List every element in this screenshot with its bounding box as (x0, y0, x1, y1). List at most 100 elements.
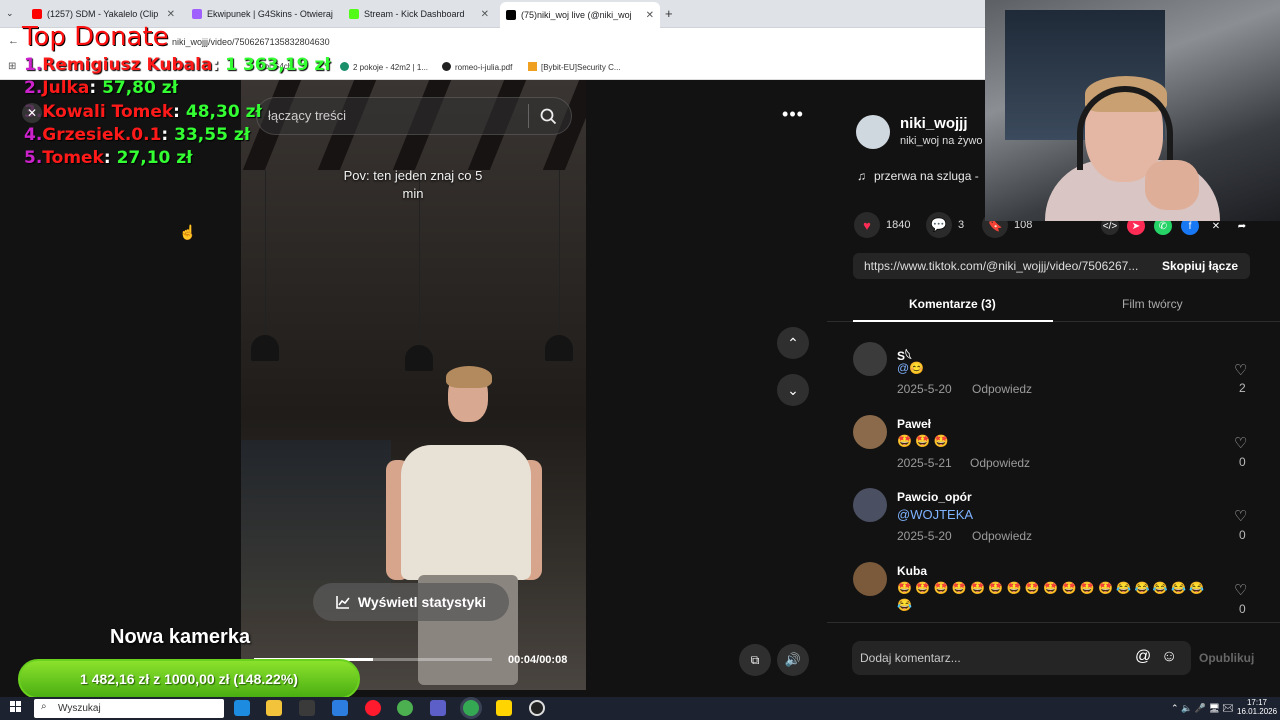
comment-author[interactable]: Paweł (897, 417, 931, 431)
bookmark-icon (528, 62, 537, 71)
webcam-feed (985, 0, 1280, 221)
donor-row: 5.Tomek: 27,10 zł (24, 148, 193, 168)
more-options-icon[interactable]: ••• (777, 98, 809, 130)
obs-icon[interactable] (529, 700, 545, 716)
reply-button[interactable]: Odpowiedz (970, 456, 1030, 470)
comment-likes: 0 (1239, 455, 1246, 469)
search-input[interactable]: łączący treści (268, 108, 346, 123)
windows-start-icon[interactable] (10, 701, 22, 713)
back-arrow-icon[interactable]: ← (8, 35, 19, 47)
miniplayer-icon: ⧉ (750, 652, 760, 667)
bookmark-4[interactable]: [Bybit-EU]Security C... (528, 62, 621, 72)
donor-row: 1.Remigiusz Kubala: 1 363,19 zł (24, 55, 331, 75)
comment-placeholder[interactable]: Dodaj komentarz... (860, 651, 961, 665)
donor-row: 3.Kowali Tomek: 48,30 zł (24, 102, 262, 122)
lamp-wire (265, 170, 266, 340)
youtube-icon (32, 9, 42, 19)
close-icon[interactable]: ✕ (646, 10, 654, 21)
comment-heart-icon[interactable]: ♡ (1234, 434, 1247, 452)
edge-icon[interactable] (234, 700, 250, 716)
comment-avatar[interactable] (853, 562, 887, 596)
comment-text[interactable]: @WOJTEKA (897, 507, 973, 522)
tab-label: Ekwipunek | G4Skins - Otwieraj (207, 9, 333, 19)
comment-avatar[interactable] (853, 488, 887, 522)
bookmark-2[interactable]: 2 pokoje - 42m2 | 1... (340, 62, 428, 72)
creator-avatar[interactable] (856, 115, 890, 149)
reply-button[interactable]: Odpowiedz (972, 382, 1032, 396)
reply-button[interactable]: Odpowiedz (972, 529, 1032, 543)
mail-icon[interactable] (332, 700, 348, 716)
comment-date: 2025-5-20 (897, 382, 952, 396)
next-video-button[interactable]: ⌄ (777, 374, 809, 406)
close-icon[interactable]: ✕ (481, 9, 489, 20)
comment-likes: 0 (1239, 528, 1246, 542)
miniplayer-button[interactable]: ⧉ (739, 644, 771, 676)
video-link[interactable]: https://www.tiktok.com/@niki_wojjj/video… (864, 259, 1138, 273)
browser-tab-4-active[interactable]: (75)niki_woj live (@niki_woj ✕ (500, 2, 660, 28)
pendant-lamp (405, 345, 433, 371)
g4skins-icon (192, 9, 202, 19)
copy-link-button[interactable]: Skopiuj łącze (1162, 259, 1238, 273)
comment-avatar[interactable] (853, 415, 887, 449)
donor-row: 2.Julka: 57,80 zł (24, 78, 178, 98)
screen: ⌄ (1257) SDM - Yakalelo (Clip ✕ Ekwipune… (0, 0, 1280, 720)
donation-goal-bar: 1 482,16 zł z 1000,00 zł (148.22%) (18, 659, 360, 699)
chevron-down-icon: ⌄ (787, 381, 799, 398)
opera-icon[interactable] (365, 700, 381, 716)
clock[interactable]: 17:17 16.01.2026 (1237, 698, 1277, 716)
video-time: 00:04/00:08 (508, 654, 568, 666)
previous-video-button[interactable]: ⌃ (777, 327, 809, 359)
comment-heart-icon[interactable]: ♡ (1234, 507, 1247, 525)
chevron-up-icon: ⌃ (787, 334, 799, 351)
volume-button[interactable]: 🔊 (777, 644, 809, 676)
mention-icon[interactable]: @ (1135, 648, 1151, 666)
browser-tab-2[interactable]: Ekwipunek | G4Skins - Otwieraj ✕ (186, 4, 338, 24)
tab-comments[interactable]: Komentarze (3) (909, 297, 996, 311)
file-explorer-icon[interactable] (266, 700, 282, 716)
hair (446, 366, 492, 388)
comment-avatar[interactable] (853, 342, 887, 376)
app-icon[interactable] (496, 700, 512, 716)
app-icon[interactable] (430, 700, 446, 716)
bookmark-3[interactable]: romeo-i-julia.pdf (442, 62, 512, 72)
comment-text: 🤩 🤩 🤩 🤩 🤩 🤩 🤩 🤩 🤩 🤩 🤩 🤩 😂 😂 😂 😂 😂 😂 (897, 581, 1205, 612)
tray-icons[interactable]: ⌃ 🔈 🎤 🖥 ✉ (1171, 703, 1234, 714)
creator-username[interactable]: niki_wojjj (900, 115, 968, 132)
active-tab-indicator (853, 320, 1053, 322)
url-field[interactable]: niki_wojjj/video/7506267135832804630 (60, 33, 960, 51)
lamp-wire (559, 170, 560, 340)
emoji-icon[interactable]: ☺ (1161, 648, 1177, 666)
comment-bubble-icon[interactable]: 💬 (926, 212, 952, 238)
comment-heart-icon[interactable]: ♡ (1234, 581, 1247, 599)
mouse-cursor: ☝ (179, 224, 197, 240)
tab-list-chevron-icon[interactable]: ⌄ (6, 8, 14, 19)
search-icon[interactable] (540, 108, 557, 125)
publish-button[interactable]: Opublikuj (1199, 651, 1254, 665)
comment-count[interactable]: 💬 3 (926, 212, 964, 238)
taskbar-search[interactable]: Wyszukaj (34, 699, 224, 718)
tab-creator-videos[interactable]: Film twórcy (1122, 297, 1183, 311)
browser-tab-3[interactable]: Stream - Kick Dashboard ✕ (343, 4, 495, 24)
comment-likes: 2 (1239, 381, 1246, 395)
bookmark-icon (442, 62, 451, 71)
store-icon[interactable] (299, 700, 315, 716)
chrome-active-icon[interactable] (463, 700, 479, 716)
tiktok-icon (506, 10, 516, 20)
close-icon[interactable]: ✕ (22, 103, 42, 123)
chrome-icon[interactable] (397, 700, 413, 716)
comment-author[interactable]: Kuba (897, 564, 927, 578)
view-stats-button[interactable]: Wyświetl statystyki (313, 583, 509, 621)
like-count[interactable]: ♥ 1840 (854, 212, 910, 238)
close-icon[interactable]: ✕ (167, 9, 175, 20)
new-tab-icon[interactable]: + (665, 6, 673, 21)
comment-author[interactable]: Pawcio_opór (897, 490, 972, 504)
browser-tab-1[interactable]: (1257) SDM - Yakalelo (Clip ✕ (26, 4, 181, 24)
donor-row: 4.Grzesiek.0.1: 33,55 zł (24, 125, 251, 145)
comment-heart-icon[interactable]: ♡ (1234, 361, 1247, 379)
pendant-lamp (251, 335, 279, 361)
search-divider (528, 104, 529, 128)
music-row[interactable]: ♫ przerwa na szluga - (857, 169, 979, 183)
heart-icon[interactable]: ♥ (854, 212, 880, 238)
apps-grid-icon[interactable]: ⊞ (8, 61, 16, 72)
bookmark-icon (340, 62, 349, 71)
